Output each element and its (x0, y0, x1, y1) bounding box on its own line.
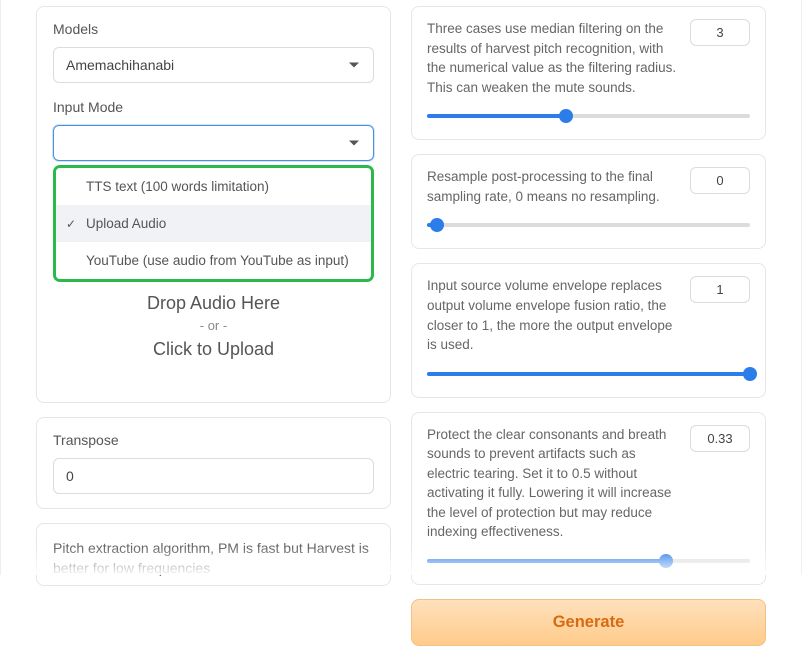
param-filter-value[interactable] (690, 19, 750, 46)
slider-thumb-icon[interactable] (559, 109, 573, 123)
models-card: Models Amemachihanabi Input Mode TTS tex… (36, 6, 391, 403)
param-protect-slider[interactable] (427, 554, 750, 568)
option-label: YouTube (use audio from YouTube as input… (86, 253, 349, 268)
upload-line1: Drop Audio Here (53, 293, 374, 314)
option-label: TTS text (100 words limitation) (86, 179, 269, 194)
param-envelope-card: Input source volume envelope replaces ou… (411, 263, 766, 397)
right-column: Three cases use median filtering on the … (411, 6, 766, 575)
param-envelope-slider[interactable] (427, 367, 750, 381)
param-filter-card: Three cases use median filtering on the … (411, 6, 766, 140)
input-mode-select[interactable] (53, 125, 374, 161)
input-mode-option-upload[interactable]: ✓ Upload Audio (56, 205, 371, 242)
check-icon: ✓ (66, 217, 76, 231)
param-envelope-value[interactable] (690, 276, 750, 303)
transpose-label: Transpose (53, 432, 374, 448)
models-select[interactable]: Amemachihanabi (53, 47, 374, 83)
pitch-algo-card: Pitch extraction algorithm, PM is fast b… (36, 523, 391, 586)
transpose-card: Transpose (36, 417, 391, 509)
upload-line2: - or - (53, 318, 374, 333)
param-resample-card: Resample post-processing to the final sa… (411, 154, 766, 249)
param-resample-slider[interactable] (427, 218, 750, 232)
upload-dropzone[interactable]: Drop Audio Here - or - Click to Upload (53, 287, 374, 384)
input-mode-option-tts[interactable]: TTS text (100 words limitation) (56, 168, 371, 205)
pitch-algo-text: Pitch extraction algorithm, PM is fast b… (53, 538, 374, 579)
transpose-input[interactable] (53, 458, 374, 494)
param-resample-value[interactable] (690, 167, 750, 194)
option-label: Upload Audio (86, 216, 166, 231)
generate-button[interactable]: Generate (411, 599, 766, 646)
slider-thumb-icon[interactable] (430, 218, 444, 232)
param-protect-value[interactable] (690, 425, 750, 452)
app-root: Models Amemachihanabi Input Mode TTS tex… (0, 0, 802, 575)
left-column: Models Amemachihanabi Input Mode TTS tex… (36, 6, 391, 575)
param-protect-desc: Protect the clear consonants and breath … (427, 425, 678, 542)
chevron-down-icon (349, 63, 359, 68)
slider-thumb-icon[interactable] (659, 554, 673, 568)
param-envelope-desc: Input source volume envelope replaces ou… (427, 276, 678, 354)
input-mode-dropdown: TTS text (100 words limitation) ✓ Upload… (53, 165, 374, 282)
param-protect-card: Protect the clear consonants and breath … (411, 412, 766, 585)
upload-line3: Click to Upload (53, 339, 374, 360)
param-resample-desc: Resample post-processing to the final sa… (427, 167, 678, 206)
input-mode-option-youtube[interactable]: YouTube (use audio from YouTube as input… (56, 242, 371, 279)
input-mode-label: Input Mode (53, 99, 374, 115)
slider-thumb-icon[interactable] (743, 367, 757, 381)
models-select-value: Amemachihanabi (66, 57, 174, 73)
input-mode-wrap: TTS text (100 words limitation) ✓ Upload… (53, 125, 374, 161)
models-label: Models (53, 21, 374, 37)
param-filter-slider[interactable] (427, 109, 750, 123)
param-filter-desc: Three cases use median filtering on the … (427, 19, 678, 97)
chevron-down-icon (349, 141, 359, 146)
